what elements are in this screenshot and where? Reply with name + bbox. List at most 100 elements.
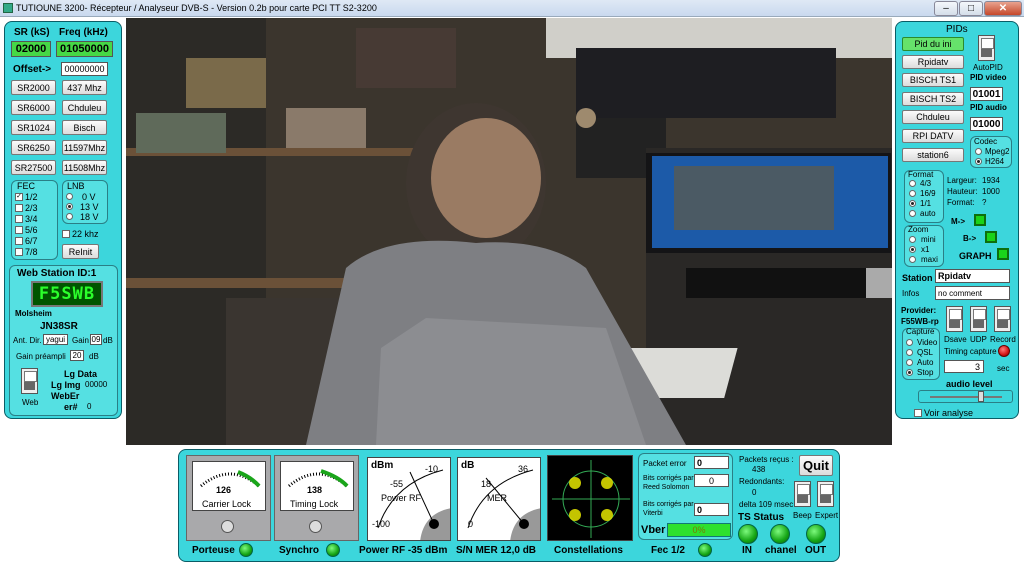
rf-scale-55: -55 [390,479,404,489]
station-field[interactable]: Rpidatv [935,269,1010,283]
fec-checkbox-5-6[interactable] [15,226,23,234]
maximize-button[interactable]: □ [959,1,983,16]
pid-video-value[interactable]: 01001 [970,87,1003,101]
constellation-plot [552,460,630,538]
expert-toggle[interactable] [817,481,834,507]
zoom-label: maxi [921,255,938,264]
udp-toggle[interactable] [970,306,987,332]
lnb-radio-18v[interactable] [66,213,73,220]
close-button[interactable]: ✕ [984,1,1022,16]
quit-button[interactable]: Quit [799,455,833,476]
format-1-1-radio[interactable] [909,200,916,207]
beep-toggle[interactable] [794,481,811,507]
sr-value[interactable]: 02000 [11,41,51,57]
preset-sr2000-button[interactable]: SR2000 [11,80,56,95]
lnb-radio-0v[interactable] [66,193,73,200]
zoom-title: Zoom [908,225,929,234]
preset-sr1024-button[interactable]: SR1024 [11,120,56,135]
porteuse-label: Porteuse [192,545,235,556]
pid-station6-button[interactable]: station6 [902,148,964,162]
infos-field[interactable]: no comment [935,286,1010,300]
hauteur-label: Hauteur: [947,187,978,196]
preset-sr6250-button[interactable]: SR6250 [11,140,56,155]
preamp-value[interactable]: 20 [70,350,84,361]
web-station-title: Web Station ID:1 [17,268,97,279]
preamp-label: Gain préampli [16,352,66,361]
timing-lock-knob[interactable] [309,520,322,533]
pid-chduleu-button[interactable]: Chduleu [902,110,964,124]
zoom-mini-radio[interactable] [909,236,916,243]
codec-mpeg2-radio[interactable] [975,148,982,155]
ts-chanel-label: chanel [765,545,797,556]
voir-analyse-checkbox[interactable] [914,409,922,417]
timing-value[interactable]: 3 [944,360,984,373]
preset-11508-button[interactable]: 11508Mhz [62,160,107,175]
preset-bisch-button[interactable]: Bisch [62,120,107,135]
codec-h264-radio[interactable] [975,158,982,165]
zoom-x1-radio[interactable] [909,246,916,253]
format-auto-radio[interactable] [909,210,916,217]
autopid-toggle[interactable] [978,35,995,61]
pid-ini-button[interactable]: Pid du ini [902,37,964,51]
format-4-3-radio[interactable] [909,180,916,187]
provider-value: F55WB-rp [901,317,939,326]
fec-status: Fec 1/2 [651,545,685,556]
preamp-unit: dB [89,352,99,361]
fec-checkbox-2-3[interactable] [15,204,23,212]
format-label: 1/1 [920,199,932,208]
pid-bisch-ts1-button[interactable]: BISCH TS1 [902,73,964,87]
pid-audio-value[interactable]: 01000 [970,117,1003,131]
capture-stop-radio[interactable] [906,369,913,376]
capture-label: Auto [917,358,934,367]
fec-checkbox-3-4[interactable] [15,215,23,223]
packets-value: 438 [752,465,766,474]
preset-11597-button[interactable]: 11597Mhz [62,140,107,155]
preset-sr6000-button[interactable]: SR6000 [11,100,56,115]
sr-label: SR (kS) [14,27,50,38]
pid-rpi-datv-button[interactable]: RPI DATV [902,129,964,143]
fec-checkbox-7-8[interactable] [15,248,23,256]
record-toggle[interactable] [994,306,1011,332]
fec-checkbox-1-2[interactable]: ✓ [15,193,23,201]
largeur-value: 1934 [982,176,1000,185]
capture-title: Capture [906,327,935,336]
capture-qsl-radio[interactable] [906,349,913,356]
pid-bisch-ts2-button[interactable]: BISCH TS2 [902,92,964,106]
pid-audio-label: PID audio [970,103,1007,112]
m-indicator[interactable] [974,214,986,226]
bits-rs-value: 0 [694,474,729,487]
fec-label: 5/6 [25,225,38,235]
weber-label: WebEr [51,391,80,401]
fec-checkbox-6-7[interactable] [15,237,23,245]
lnb-radio-13v[interactable] [66,203,73,210]
zoom-maxi-radio[interactable] [909,256,916,263]
capture-auto-radio[interactable] [906,359,913,366]
capture-video-radio[interactable] [906,339,913,346]
audio-level-slider[interactable] [978,391,984,402]
offset-value[interactable]: 00000000 [61,62,108,76]
preset-chduleu-button[interactable]: Chduleu [62,100,107,115]
graph-indicator[interactable] [997,248,1009,260]
pid-rpidatv-button[interactable]: Rpidatv [902,55,964,69]
preset-sr27500-button[interactable]: SR27500 [11,160,56,175]
dsave-toggle[interactable] [946,306,963,332]
22khz-checkbox[interactable] [62,230,70,238]
mer-scale-18: 18 [481,479,492,489]
mer-meter-label: MER [487,493,507,503]
window-title: TUTIOUNE 3200- Récepteur / Analyseur DVB… [16,3,377,13]
largeur-label: Largeur: [947,176,977,185]
gain-value[interactable]: 09 [90,334,102,345]
web-toggle[interactable] [21,368,38,394]
b-indicator[interactable] [985,231,997,243]
reinit-button[interactable]: ReInit [62,244,99,259]
ant-value[interactable]: yagui [43,334,68,345]
preset-437-button[interactable]: 437 Mhz [62,80,107,95]
format-16-9-radio[interactable] [909,190,916,197]
rf-scale-100: -100 [372,519,391,529]
freq-value[interactable]: 01050000 [56,41,113,57]
provider-label: Provider: [901,306,937,315]
udp-label: UDP [970,335,987,344]
mer-unit: dB [461,460,475,471]
minimize-button[interactable]: – [934,1,958,16]
carrier-lock-knob[interactable] [221,520,234,533]
